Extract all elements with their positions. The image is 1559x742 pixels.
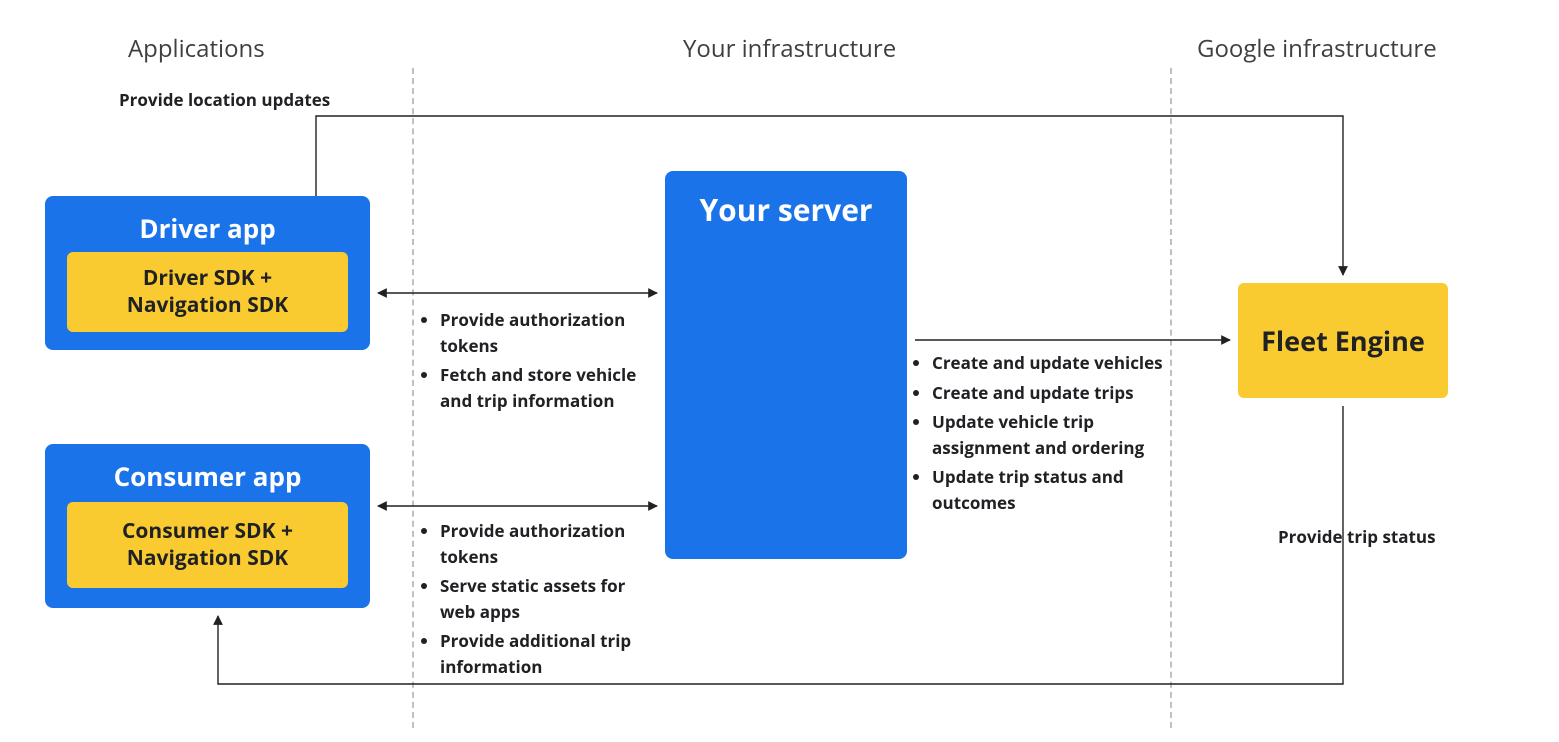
consumer-server-notes: Provide authorization tokens Serve stati… xyxy=(422,518,647,683)
section-your-infra: Your infrastructure xyxy=(683,32,896,65)
top-edge-label: Provide location updates xyxy=(119,88,330,111)
consumer-sdk-box: Consumer SDK + Navigation SDK xyxy=(67,502,348,588)
consumer-app-title: Consumer app xyxy=(45,458,370,494)
section-google-infra: Google infrastructure xyxy=(1197,32,1437,65)
consumer-app-box: Consumer app Consumer SDK + Navigation S… xyxy=(45,444,370,608)
fleet-engine-title: Fleet Engine xyxy=(1238,283,1448,398)
server-engine-notes: Create and update vehicles Create and up… xyxy=(914,350,1174,519)
note-item: Serve static assets for web apps xyxy=(440,573,647,624)
note-item: Provide additional trip information xyxy=(440,628,647,679)
note-item: Create and update trips xyxy=(932,380,1174,406)
server-box: Your server xyxy=(665,171,907,559)
note-item: Fetch and store vehicle and trip informa… xyxy=(440,362,647,413)
driver-server-notes: Provide authorization tokens Fetch and s… xyxy=(422,307,647,417)
driver-app-title: Driver app xyxy=(45,210,370,246)
note-item: Provide authorization tokens xyxy=(440,307,647,358)
server-title: Your server xyxy=(665,189,907,230)
divider-apps-infra xyxy=(412,68,414,728)
driver-app-box: Driver app Driver SDK + Navigation SDK xyxy=(45,196,370,350)
consumer-sdk-label: Consumer SDK + Navigation SDK xyxy=(122,518,293,573)
driver-sdk-label: Driver SDK + Navigation SDK xyxy=(127,265,289,320)
note-item: Update trip status and outcomes xyxy=(932,464,1174,515)
note-item: Provide authorization tokens xyxy=(440,518,647,569)
fleet-engine-box: Fleet Engine xyxy=(1238,283,1448,398)
driver-sdk-box: Driver SDK + Navigation SDK xyxy=(67,252,348,332)
right-edge-label: Provide trip status xyxy=(1278,525,1436,548)
note-item: Create and update vehicles xyxy=(932,350,1174,376)
section-applications: Applications xyxy=(128,32,265,65)
note-item: Update vehicle trip assignment and order… xyxy=(932,409,1174,460)
